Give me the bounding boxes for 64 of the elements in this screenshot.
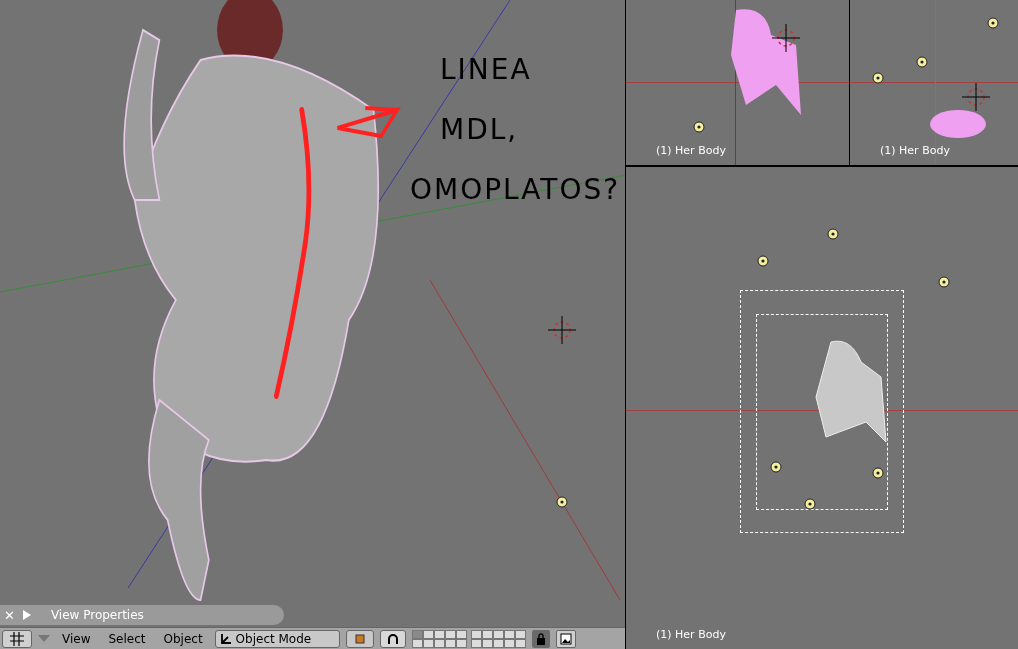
cube-icon [353, 632, 366, 645]
menu-item[interactable]: Select [102, 629, 152, 648]
viewport-label: (1) Her Body [880, 142, 950, 159]
crosshair-icon [960, 81, 992, 113]
handwritten-note-line: OMOPLATOS? [410, 172, 621, 208]
viewport-label: (1) Her Body [656, 142, 726, 159]
layer-button[interactable] [492, 638, 504, 648]
lamp-icon [693, 121, 705, 133]
handwritten-note-line: MDL, [440, 112, 519, 148]
lamp-icon [872, 72, 884, 84]
top-viewport[interactable]: (1) Her Body [626, 0, 850, 165]
side-viewport[interactable]: (1) Her Body [850, 0, 1018, 165]
layer-button[interactable] [433, 638, 445, 648]
lamp-icon [987, 17, 999, 29]
viewport-label: (1) Her Body [656, 626, 726, 643]
shading-button[interactable] [345, 629, 374, 648]
axis-icon [219, 632, 232, 645]
layer-button[interactable] [455, 638, 467, 648]
menu-item[interactable]: View [56, 629, 97, 648]
layer-button[interactable] [444, 629, 456, 639]
lamp-icon [757, 255, 769, 267]
layer-button[interactable] [411, 629, 423, 639]
layer-button[interactable] [470, 638, 482, 648]
crosshair-icon [770, 22, 802, 54]
layer-button[interactable] [444, 638, 456, 648]
wireframe-model-drawing [928, 108, 988, 140]
menu-item[interactable]: Object [157, 629, 209, 648]
layer-button[interactable] [503, 638, 515, 648]
caret-icon[interactable] [38, 634, 50, 643]
lamp-icon [872, 467, 884, 479]
pivot-button[interactable] [379, 629, 406, 648]
magnet-icon [386, 632, 399, 645]
lamp-icon [556, 496, 568, 508]
lock-button[interactable] [531, 629, 550, 648]
image-icon [559, 632, 572, 645]
lamp-icon [770, 461, 782, 473]
editor-type-button[interactable] [2, 629, 32, 648]
3d-viewport[interactable]: LINEA MDL, OMOPLATOS? ✕ View Properties [0, 0, 625, 627]
lamp-icon [938, 276, 950, 288]
layer-button[interactable] [514, 629, 526, 639]
mode-dropdown[interactable]: Object Mode [214, 629, 340, 648]
layer-button[interactable] [481, 638, 493, 648]
layer-button[interactable] [492, 629, 504, 639]
layer-button[interactable] [433, 629, 445, 639]
layer-button[interactable] [422, 638, 434, 648]
layer-button[interactable] [503, 629, 515, 639]
play-icon[interactable] [22, 610, 31, 620]
lock-icon [535, 632, 546, 645]
close-icon[interactable]: ✕ [4, 608, 15, 622]
properties-panel[interactable]: ✕ View Properties [0, 605, 284, 625]
layer-button[interactable] [422, 629, 434, 639]
panel-title: View Properties [50, 607, 144, 624]
crosshair-icon [546, 314, 578, 346]
handwritten-note-line: LINEA [440, 52, 532, 88]
layer-button[interactable] [411, 638, 423, 648]
lamp-icon [827, 228, 839, 240]
layer-button[interactable] [470, 629, 482, 639]
render-button[interactable] [555, 629, 576, 648]
layer-button[interactable] [481, 629, 493, 639]
lamp-icon [804, 498, 816, 510]
lamp-icon [916, 56, 928, 68]
layer-button[interactable] [514, 638, 526, 648]
layer-button[interactable] [455, 629, 467, 639]
grid-icon [10, 631, 24, 646]
